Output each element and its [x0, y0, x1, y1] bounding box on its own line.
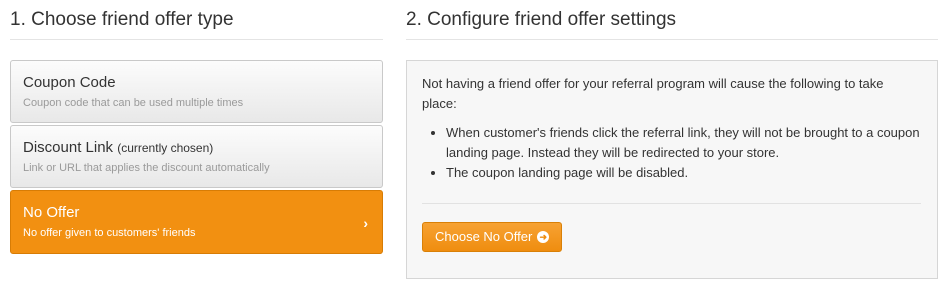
chevron-right-icon: › [363, 215, 368, 231]
option-title: Coupon Code [23, 74, 116, 91]
option-no-offer[interactable]: No Offer No offer given to customers' fr… [10, 190, 383, 254]
list-item: When customer's friends click the referr… [446, 123, 921, 163]
option-coupon-code[interactable]: Coupon Code Coupon code that can be used… [10, 60, 383, 123]
settings-heading: 2. Configure friend offer settings [406, 0, 938, 40]
option-discount-link[interactable]: Discount Link (currently chosen) Link or… [10, 125, 383, 188]
offer-type-heading: 1. Choose friend offer type [10, 0, 383, 40]
choose-no-offer-button[interactable]: Choose No Offer ➜ [422, 222, 563, 252]
settings-intro: Not having a friend offer for your refer… [422, 76, 884, 111]
settings-column: 2. Configure friend offer settings Not h… [406, 0, 938, 279]
offer-type-column: 1. Choose friend offer type Coupon Code … [10, 0, 383, 256]
button-label: Choose No Offer [435, 229, 533, 244]
option-title: No Offer [23, 204, 80, 221]
settings-panel: Not having a friend offer for your refer… [406, 60, 938, 279]
option-title: Discount Link [23, 139, 114, 156]
offer-type-options: Coupon Code Coupon code that can be used… [10, 60, 383, 254]
option-current-note: (currently chosen) [117, 141, 214, 155]
option-description: No offer given to customers' friends [23, 227, 196, 239]
list-item: The coupon landing page will be disabled… [446, 163, 921, 183]
divider [422, 203, 921, 204]
consequences-list: When customer's friends click the referr… [422, 123, 921, 183]
arrow-right-circle-icon: ➜ [537, 231, 550, 243]
option-description: Coupon code that can be used multiple ti… [23, 97, 244, 109]
option-description: Link or URL that applies the discount au… [23, 162, 270, 174]
